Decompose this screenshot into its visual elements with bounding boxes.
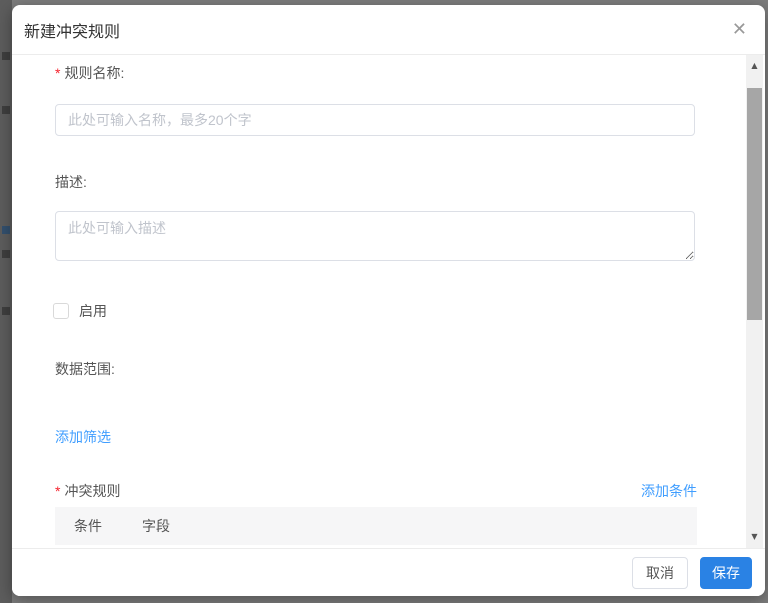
dialog-header: 新建冲突规则 ✕ bbox=[12, 5, 765, 55]
background-sidebar-icon bbox=[2, 250, 10, 258]
table-header-field: 字段 bbox=[142, 516, 170, 536]
enable-row: 启用 bbox=[53, 301, 107, 321]
scroll-up-arrow-icon[interactable]: ▲ bbox=[746, 55, 763, 75]
table-header-condition: 条件 bbox=[74, 516, 102, 536]
enable-label: 启用 bbox=[79, 301, 107, 321]
rule-table-header: 条件 字段 bbox=[55, 507, 697, 545]
background-sidebar-icon bbox=[2, 106, 10, 114]
add-condition-link[interactable]: 添加条件 bbox=[641, 481, 697, 501]
rule-name-input[interactable] bbox=[55, 104, 695, 136]
background-sidebar-icon bbox=[2, 52, 10, 60]
conflict-rule-label: *冲突规则 bbox=[55, 481, 120, 501]
close-icon[interactable]: ✕ bbox=[730, 19, 749, 41]
background-sidebar bbox=[0, 0, 12, 603]
required-asterisk: * bbox=[55, 483, 60, 499]
conflict-rule-row: *冲突规则 添加条件 bbox=[55, 481, 697, 501]
dialog-title: 新建冲突规则 bbox=[24, 18, 120, 42]
save-button[interactable]: 保存 bbox=[700, 557, 752, 589]
vertical-scrollbar[interactable]: ▲ ▼ bbox=[746, 55, 763, 548]
enable-checkbox[interactable] bbox=[53, 303, 69, 319]
background-sidebar-icon bbox=[2, 226, 10, 234]
description-textarea[interactable] bbox=[55, 211, 695, 261]
background-sidebar-icon bbox=[2, 307, 10, 315]
add-filter-link[interactable]: 添加筛选 bbox=[55, 427, 111, 447]
conflict-rule-label-text: 冲突规则 bbox=[64, 483, 120, 499]
dialog-footer: 取消 保存 bbox=[12, 548, 765, 596]
required-asterisk: * bbox=[55, 65, 60, 81]
scrollbar-thumb[interactable] bbox=[747, 88, 762, 320]
dialog-body: *规则名称: 描述: 启用 数据范围: 添加筛选 *冲突规则 添加条件 条件 字… bbox=[12, 55, 765, 548]
modal-backdrop: 新建冲突规则 ✕ *规则名称: 描述: 启用 数据范围: 添加筛选 *冲突规则 … bbox=[0, 0, 768, 603]
data-scope-label: 数据范围: bbox=[55, 359, 115, 379]
scroll-down-arrow-icon[interactable]: ▼ bbox=[746, 526, 763, 546]
rule-name-label: *规则名称: bbox=[55, 63, 124, 83]
rule-name-label-text: 规则名称: bbox=[64, 65, 124, 81]
new-conflict-rule-dialog: 新建冲突规则 ✕ *规则名称: 描述: 启用 数据范围: 添加筛选 *冲突规则 … bbox=[12, 5, 765, 596]
description-label: 描述: bbox=[55, 172, 87, 192]
cancel-button[interactable]: 取消 bbox=[632, 557, 688, 589]
